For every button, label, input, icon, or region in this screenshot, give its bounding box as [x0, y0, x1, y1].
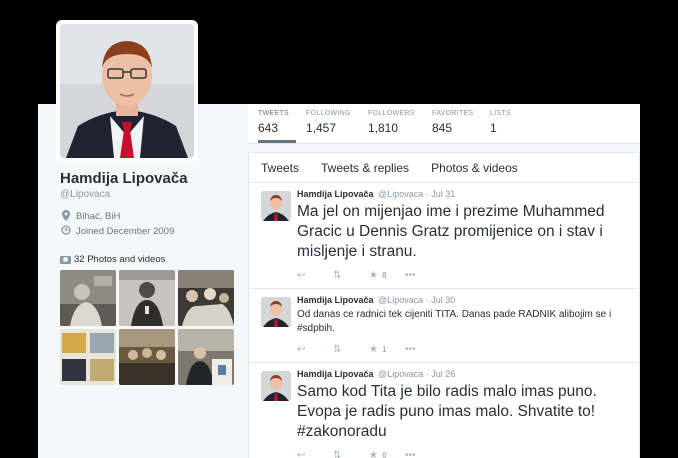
calendar-icon [60, 225, 72, 237]
profile-handle[interactable]: @Lipovaca [60, 189, 110, 200]
joined-text: Joined December 2009 [76, 225, 175, 237]
more-icon: ••• [405, 343, 416, 355]
star-icon: ★ [369, 343, 378, 355]
photos-label: 32 Photos and videos [74, 254, 166, 265]
location-text: Bihać, BiH [76, 211, 121, 222]
avatar-image [60, 24, 194, 158]
reply-icon: ↩ [297, 343, 306, 355]
stat-value: 1 [490, 121, 497, 135]
retweet-icon: ⇅ [333, 269, 342, 281]
tweet-avatar[interactable] [261, 297, 291, 327]
stat-favorites[interactable]: FAVORITES 845 [432, 110, 473, 135]
timeline-tabs: Tweets Tweets & replies Photos & videos [249, 153, 639, 183]
profile-joined: Joined December 2009 [60, 225, 174, 237]
retweet-button[interactable]: ⇅ [333, 270, 369, 281]
tweet-author-handle[interactable]: @Lipovaca [378, 189, 423, 199]
photo-grid [60, 270, 234, 385]
tweet-header: Hamdija Lipovača @Lipovaca · Jul 26 [297, 369, 629, 379]
tweet-header: Hamdija Lipovača @Lipovaca · Jul 31 [297, 189, 629, 199]
more-button[interactable]: ••• [405, 270, 441, 281]
tweet-separator: · [425, 369, 429, 379]
photo-thumbnail[interactable] [60, 329, 116, 385]
tweet-author-name[interactable]: Hamdija Lipovača [297, 295, 374, 305]
favorite-count: 6 [381, 450, 387, 458]
tweet-text: Samo kod Tita je bilo radis malo imas pu… [297, 383, 597, 440]
tweet-header: Hamdija Lipovača @Lipovaca · Jul 30 [297, 295, 629, 305]
tweet-actions: ↩ ⇅ ★ 1 ••• [297, 342, 629, 356]
tweet-avatar[interactable] [261, 371, 291, 401]
tweet-author-name[interactable]: Hamdija Lipovača [297, 369, 374, 379]
stat-lists[interactable]: LISTS 1 [490, 110, 511, 135]
retweet-icon: ⇅ [333, 449, 342, 458]
star-icon: ★ [369, 269, 378, 281]
favorite-count: 8 [381, 270, 387, 280]
active-stat-indicator [258, 140, 296, 143]
tweet-author-handle[interactable]: @Lipovaca [378, 369, 423, 379]
favorite-button[interactable]: ★ 6 [369, 450, 405, 458]
favorite-button[interactable]: ★ 1 [369, 344, 405, 355]
reply-button[interactable]: ↩ [297, 344, 333, 355]
retweet-icon: ⇅ [333, 343, 342, 355]
favorite-button[interactable]: ★ 8 [369, 270, 405, 281]
photos-and-videos-link[interactable]: 32 Photos and videos [60, 254, 165, 265]
tweet-date[interactable]: Jul 31 [431, 189, 455, 199]
tweet-avatar[interactable] [261, 191, 291, 221]
profile-stats-bar: TWEETS 643 FOLLOWING 1,457 FOLLOWERS 1,8… [248, 104, 640, 144]
profile-name[interactable]: Hamdija Lipovača [60, 170, 188, 187]
more-button[interactable]: ••• [405, 450, 441, 458]
tweet-actions: ↩ ⇅ ★ 8 ••• [297, 268, 629, 282]
tweet-date[interactable]: Jul 26 [431, 369, 455, 379]
stat-value: 1,810 [368, 121, 399, 135]
photo-thumbnail[interactable] [119, 329, 175, 385]
tweet[interactable]: Hamdija Lipovača @Lipovaca · Jul 26 Samo… [249, 363, 639, 458]
tweet-author-handle[interactable]: @Lipovaca [378, 295, 423, 305]
reply-button[interactable]: ↩ [297, 450, 333, 458]
stat-label: TWEETS [258, 110, 289, 117]
reply-button[interactable]: ↩ [297, 270, 333, 281]
more-button[interactable]: ••• [405, 344, 441, 355]
photo-thumbnail[interactable] [178, 329, 234, 385]
star-icon: ★ [369, 449, 378, 458]
stat-following[interactable]: FOLLOWING 1,457 [306, 110, 351, 135]
tweet-separator: · [425, 189, 429, 199]
tweet-author-name[interactable]: Hamdija Lipovača [297, 189, 374, 199]
stat-value: 845 [432, 121, 453, 135]
more-icon: ••• [405, 449, 416, 458]
tweet-actions: ↩ ⇅ ★ 6 ••• [297, 448, 629, 458]
tab-tweets-and-replies[interactable]: Tweets & replies [321, 161, 409, 175]
stat-tweets[interactable]: TWEETS 643 [258, 110, 289, 135]
profile-avatar[interactable] [56, 20, 198, 162]
profile-location: Bihać, BiH [60, 210, 120, 223]
retweet-button[interactable]: ⇅ [333, 344, 369, 355]
tweet-text: Od danas ce radnici tek cijeniti TITA. D… [297, 309, 612, 334]
tweet-separator: · [425, 295, 429, 305]
tweet-date[interactable]: Jul 30 [431, 295, 455, 305]
stat-label: FAVORITES [432, 110, 474, 117]
tweet-timeline: Tweets Tweets & replies Photos & videos … [248, 152, 640, 458]
reply-icon: ↩ [297, 449, 306, 458]
retweet-button[interactable]: ⇅ [333, 450, 369, 458]
more-icon: ••• [405, 269, 416, 281]
photo-thumbnail[interactable] [178, 270, 234, 326]
tweet[interactable]: Hamdija Lipovača @Lipovaca · Jul 30 Od d… [249, 289, 639, 363]
photo-thumbnail[interactable] [119, 270, 175, 326]
stat-value: 643 [258, 121, 279, 135]
tab-tweets[interactable]: Tweets [261, 161, 299, 175]
reply-icon: ↩ [297, 269, 306, 281]
stat-value: 1,457 [306, 121, 337, 135]
tweet-text: Ma jel on mijenjao ime i prezime Muhamme… [297, 203, 605, 260]
photo-thumbnail[interactable] [60, 270, 116, 326]
tweet[interactable]: Hamdija Lipovača @Lipovaca · Jul 31 Ma j… [249, 183, 639, 289]
stat-label: FOLLOWING [306, 110, 351, 117]
stat-label: LISTS [490, 110, 511, 117]
stat-followers[interactable]: FOLLOWERS 1,810 [368, 110, 415, 135]
favorite-count: 1 [381, 344, 387, 354]
tab-photos-and-videos[interactable]: Photos & videos [431, 161, 518, 175]
stat-label: FOLLOWERS [368, 110, 415, 117]
map-pin-icon [60, 210, 72, 223]
camera-icon [60, 255, 71, 264]
